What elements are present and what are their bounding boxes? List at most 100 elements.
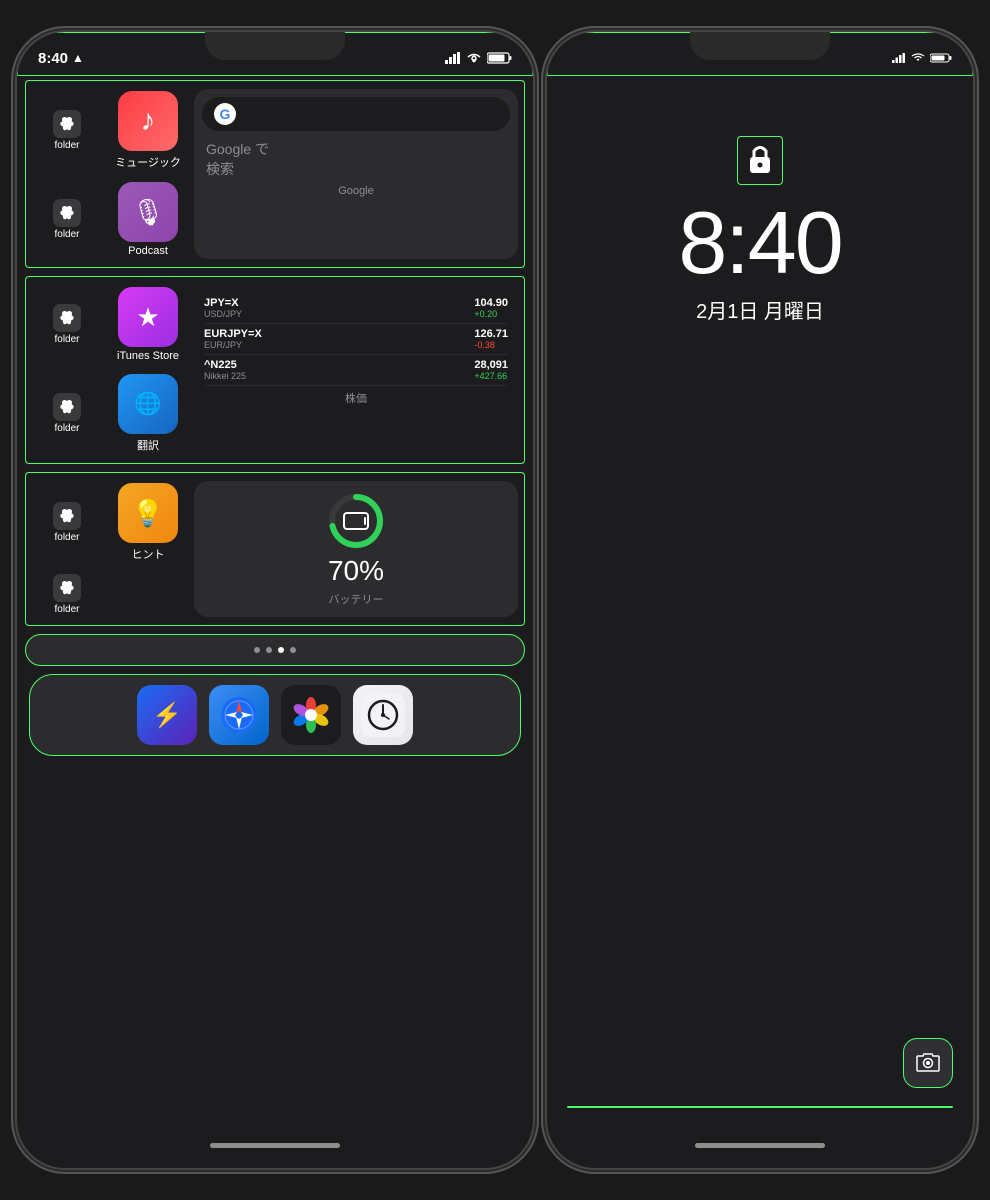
app-item-itunes[interactable]: ★ iTunes Store: [108, 287, 188, 362]
battery-widget[interactable]: 70% バッテリー: [194, 481, 518, 617]
app-item-podcast[interactable]: 🎙 Podcast: [108, 182, 188, 257]
google-g-logo: G: [214, 103, 236, 125]
stock-row-n225: ^N225 Nikkei 225 28,091 +427.66: [204, 355, 508, 386]
itunes-star-icon: ★: [136, 302, 159, 333]
photos-icon: [289, 693, 333, 737]
google-search-bar[interactable]: G: [202, 97, 510, 131]
battery-ring: [326, 491, 386, 551]
stock-name-eur: EURJPY=X: [204, 328, 262, 340]
dot-4: [290, 647, 296, 653]
section-hints-battery: folder 💡 ヒント: [25, 472, 525, 626]
left-phone: 8:40 ▲: [15, 30, 535, 1170]
app-item-translate[interactable]: 🌐 翻訳: [108, 374, 188, 453]
dot-3-active: [278, 647, 284, 653]
folder-icon-small: [53, 110, 81, 138]
folder-icon-small-3: [53, 304, 81, 332]
itunes-app-label: iTunes Store: [117, 350, 179, 362]
translate-icon: 🌐: [134, 391, 161, 417]
folder-item-hints[interactable]: folder: [32, 502, 102, 543]
apple-icon-5: [59, 508, 75, 524]
folder-label-podcast: folder: [54, 229, 79, 240]
translate-app-icon: 🌐: [118, 374, 178, 434]
home-screen: folder ♪ ミュージック: [17, 76, 533, 1168]
stock-name-n225: ^N225: [204, 359, 246, 371]
dock-mono-icon[interactable]: [353, 685, 413, 745]
status-icons-left: [445, 52, 512, 64]
lock-time: 8:40: [678, 199, 841, 287]
hints-app-icon: 💡: [118, 483, 178, 543]
app-widget-row-2: folder ★ iTunes Store: [32, 285, 518, 455]
signal-icon: [445, 52, 461, 64]
apple-icon-3: [59, 310, 75, 326]
dock-safari-icon[interactable]: [209, 685, 269, 745]
folder-item-podcast[interactable]: folder: [32, 199, 102, 240]
podcast-app-icon: 🎙: [118, 182, 178, 242]
left-screen: 8:40 ▲: [17, 32, 533, 1168]
stock-sub-eur: EUR/JPY: [204, 340, 262, 350]
google-widget[interactable]: G Google で検索 Google: [194, 89, 518, 259]
lock-icon: [746, 141, 774, 175]
lock-date: 2月1日 月曜日: [696, 295, 824, 324]
stock-change-jpy: +0.20: [474, 309, 508, 319]
hints-bulb-icon: 💡: [132, 498, 164, 529]
app-item-hints[interactable]: 💡 ヒント: [108, 483, 188, 562]
app-widget-row-1: folder ♪ ミュージック: [32, 89, 518, 259]
folder-label-empty: folder: [54, 604, 79, 615]
notch-right: [690, 32, 830, 60]
stock-price-n225: 28,091: [474, 359, 508, 371]
battery-icon-right: [930, 53, 952, 63]
apple-icon-4: [59, 399, 75, 415]
folder-icon-small-5: [53, 502, 81, 530]
folder-item-translate[interactable]: folder: [32, 393, 102, 434]
folder-label-itunes: folder: [54, 334, 79, 345]
power-button-right[interactable]: [973, 182, 975, 262]
music-app-label: ミュージック: [115, 154, 181, 170]
stock-sub-n225: Nikkei 225: [204, 371, 246, 381]
section-itunes-stocks: folder ★ iTunes Store: [25, 276, 525, 464]
app-row-itunes: folder ★ iTunes Store: [32, 285, 188, 364]
section-music-google: folder ♪ ミュージック: [25, 80, 525, 268]
stock-change-n225: +427.66: [474, 371, 508, 381]
app-row-podcast: folder 🎙 Podcast: [32, 180, 188, 259]
dock: ⚡: [29, 674, 521, 756]
camera-button[interactable]: [903, 1038, 953, 1088]
stock-name-jpy: JPY=X: [204, 297, 242, 309]
shortcuts-icon: ⚡: [152, 701, 182, 730]
lock-screen-content: 8:40 2月1日 月曜日: [547, 76, 973, 1168]
google-widget-label: Google: [202, 185, 510, 197]
page-dots: [36, 647, 514, 653]
battery-ring-svg: [326, 491, 386, 551]
dock-photos-icon[interactable]: [281, 685, 341, 745]
app-row-music: folder ♪ ミュージック: [32, 89, 188, 172]
folder-item-empty[interactable]: folder: [32, 574, 102, 615]
right-phone: 8:40 2月1日 月曜日: [545, 30, 975, 1170]
left-col-2: folder ★ iTunes Store: [32, 285, 188, 455]
status-icons-right: [892, 53, 952, 63]
location-arrow-icon: ▲: [72, 51, 84, 65]
app-row-empty: folder: [32, 572, 188, 617]
safari-compass-icon: [219, 695, 259, 735]
notch: [205, 32, 345, 60]
stock-sub-jpy: USD/JPY: [204, 309, 242, 319]
stock-price-eur: 126.71: [474, 328, 508, 340]
lock-icon-container: [737, 136, 783, 185]
folder-item-itunes[interactable]: folder: [32, 304, 102, 345]
music-app-icon: ♪: [118, 91, 178, 151]
app-item-music[interactable]: ♪ ミュージック: [108, 91, 188, 170]
folder-icon-small-2: [53, 199, 81, 227]
folder-icon-small-6: [53, 574, 81, 602]
stocks-widget[interactable]: JPY=X USD/JPY 104.90 +0.20 EURJPY=X: [194, 285, 518, 455]
home-indicator-right: [695, 1143, 825, 1148]
folder-label-music: folder: [54, 140, 79, 151]
signal-icon-right: [892, 53, 906, 63]
battery-percent-text: 70%: [328, 555, 384, 587]
google-search-text: Google で検索: [202, 135, 510, 179]
app-row-hints: folder 💡 ヒント: [32, 481, 188, 564]
folder-item-music[interactable]: folder: [32, 110, 102, 151]
dot-2: [266, 647, 272, 653]
music-note-icon: ♪: [141, 104, 156, 138]
power-button[interactable]: [533, 182, 535, 262]
wifi-icon: [466, 52, 482, 64]
dock-shortcuts-icon[interactable]: ⚡: [137, 685, 197, 745]
stock-row-eur: EURJPY=X EUR/JPY 126.71 -0.38: [204, 324, 508, 355]
